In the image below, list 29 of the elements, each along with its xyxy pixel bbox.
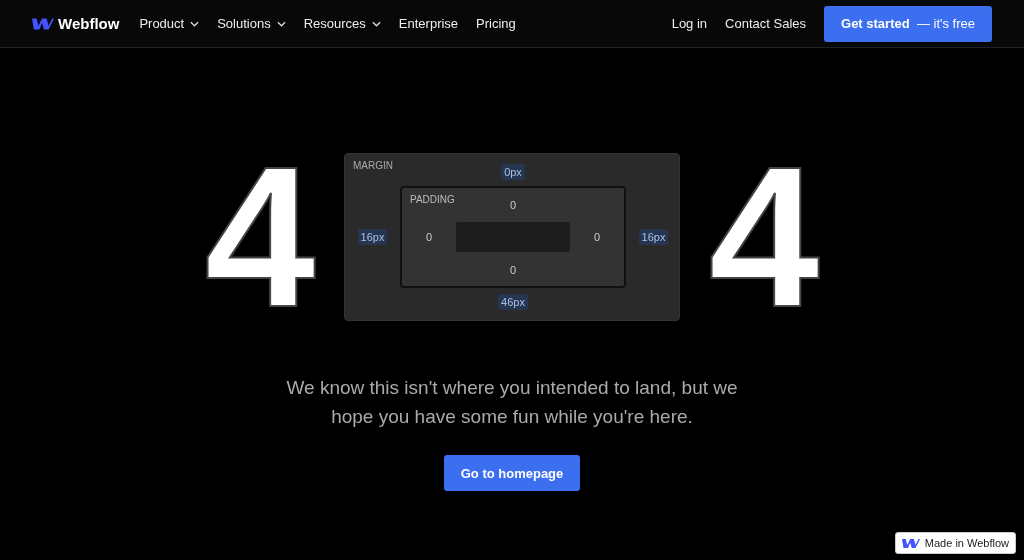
margin-value: 46px <box>498 294 528 310</box>
logo-icon <box>901 537 920 549</box>
margin-value: 16px <box>357 229 388 245</box>
nav-link[interactable]: Pricing <box>476 16 516 31</box>
made-in-webflow-badge[interactable]: Made in Webflow <box>894 532 1016 554</box>
brand-name[interactable]: Webflow <box>58 15 120 32</box>
nav-link[interactable]: Product <box>139 16 200 31</box>
homepage-button[interactable]: Go to homepage <box>443 455 581 491</box>
nav-link[interactable]: Contact Sales <box>725 16 806 31</box>
margin-value: 16px <box>638 229 669 245</box>
nav-link[interactable]: Enterprise <box>398 16 459 31</box>
nav-link[interactable]: Resources <box>303 16 381 31</box>
padding-label: PADDING <box>410 194 455 205</box>
error-message: We know this isn't where you intended to land, but we hope you have some fun while you're here. <box>285 376 739 429</box>
margin-label: MARGIN <box>353 160 393 171</box>
padding-value: 0 <box>425 231 433 243</box>
padding-value: 0 <box>509 198 517 211</box>
chevron-down-icon <box>276 20 286 27</box>
nav-link[interactable]: Solutions <box>217 16 286 31</box>
padding-value: 0 <box>593 231 601 243</box>
chevron-down-icon <box>190 20 200 27</box>
digit-four: 4 <box>203 162 317 312</box>
digit-four: 4 <box>707 162 821 312</box>
chevron-down-icon <box>371 20 381 27</box>
margin-value: 0px <box>501 164 525 180</box>
get-started-button[interactable]: Get started — it's free <box>824 5 992 42</box>
padding-value: 0 <box>509 263 517 276</box>
logo-icon <box>32 16 54 31</box>
nav-link[interactable]: Log in <box>671 16 708 31</box>
